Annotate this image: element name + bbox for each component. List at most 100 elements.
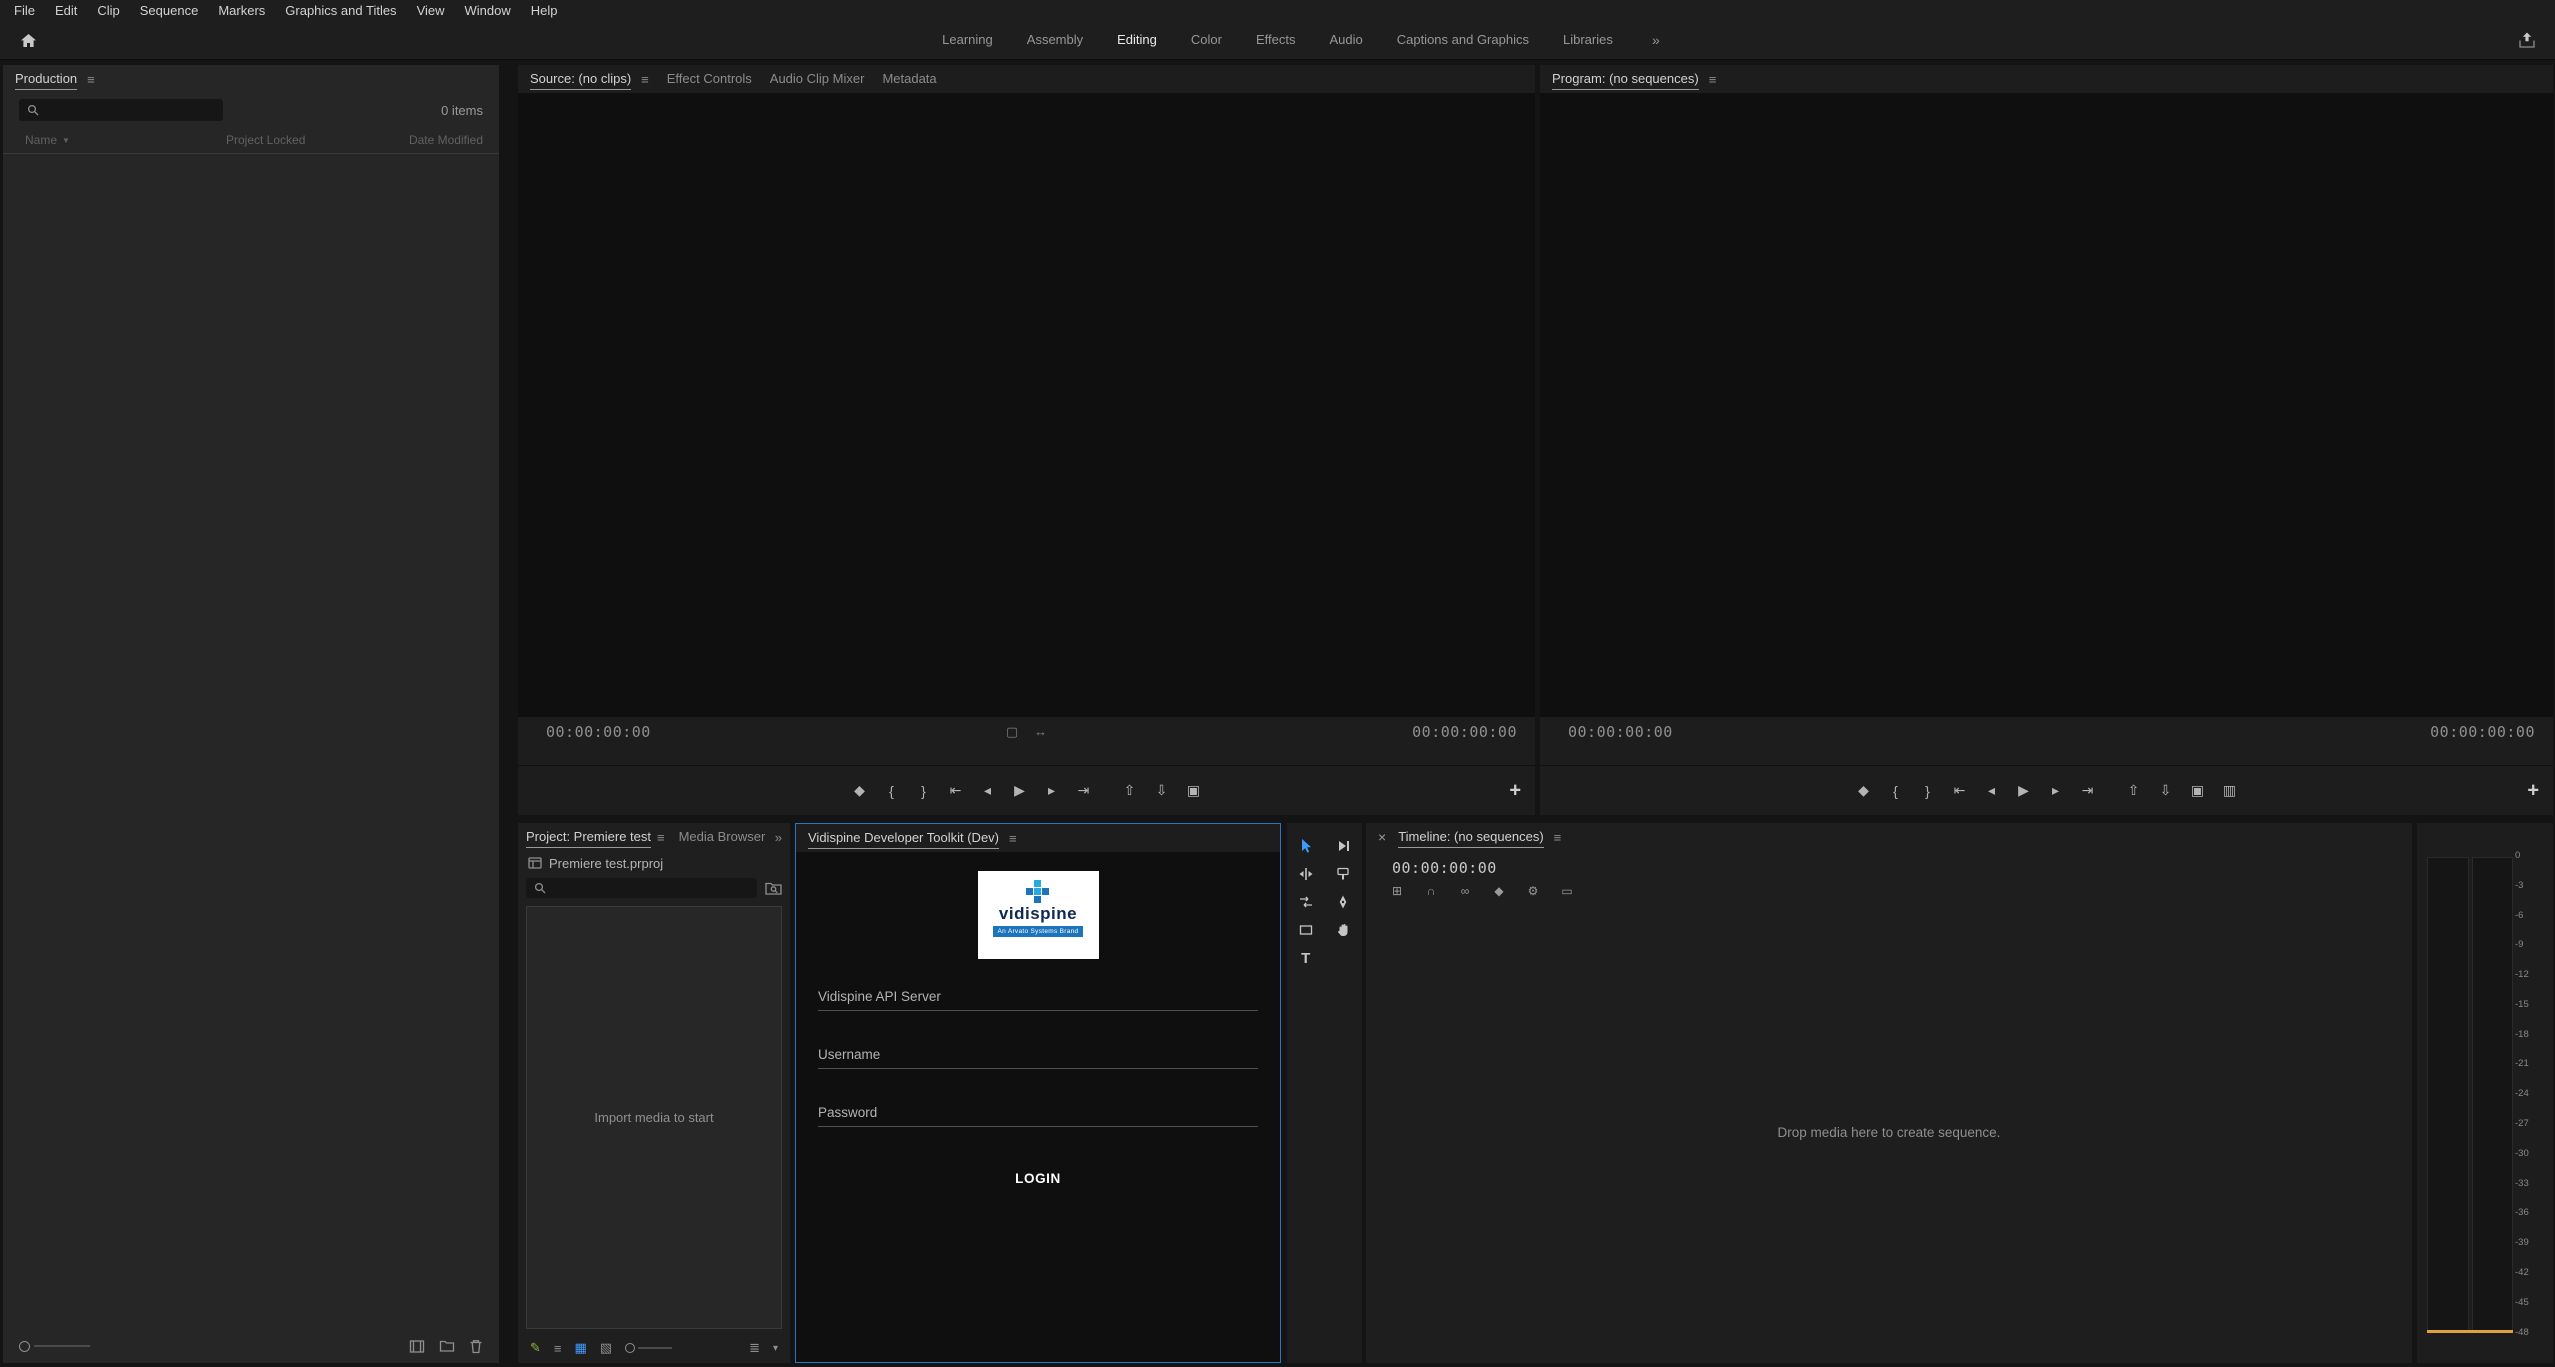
panel-menu-icon[interactable]: ≡ [1554, 830, 1562, 845]
timeline-settings-icon[interactable]: ⚙ [1526, 884, 1540, 898]
lift-button[interactable]: ⇧ [2127, 782, 2141, 799]
menu-sequence[interactable]: Sequence [130, 3, 209, 18]
source-position-timecode[interactable]: 00:00:00:00 [546, 723, 651, 741]
project-media-area[interactable]: Import media to start [526, 906, 782, 1329]
new-item-icon[interactable] [409, 1339, 425, 1354]
production-item-list[interactable] [3, 154, 499, 1329]
tab-overflow-button[interactable]: » [775, 830, 782, 845]
hand-tool-button[interactable] [1330, 917, 1356, 943]
zoom-slider[interactable] [19, 1341, 90, 1352]
chevron-down-icon[interactable]: ▾ [773, 1343, 778, 1354]
new-bin-icon[interactable] [439, 1339, 455, 1353]
pen-tool-button[interactable] [1330, 889, 1356, 915]
close-panel-icon[interactable]: × [1378, 829, 1386, 845]
home-button[interactable] [16, 28, 40, 52]
icon-view-button[interactable]: ▦ [575, 1340, 587, 1356]
tab-effect-controls[interactable]: Effect Controls [667, 66, 752, 93]
workspace-tab-audio[interactable]: Audio [1329, 32, 1362, 47]
menu-edit[interactable]: Edit [45, 3, 87, 18]
workspace-tab-color[interactable]: Color [1191, 32, 1222, 47]
menu-view[interactable]: View [407, 3, 455, 18]
step-back-button[interactable]: ◂ [981, 782, 995, 799]
export-frame-button[interactable]: ▣ [1187, 782, 1201, 799]
menu-graphics-and-titles[interactable]: Graphics and Titles [275, 3, 406, 18]
production-search-input[interactable] [19, 99, 223, 121]
project-search-input[interactable] [526, 878, 757, 898]
tab-program[interactable]: Program: (no sequences) [1552, 66, 1699, 93]
slip-tool-button[interactable] [1293, 889, 1319, 915]
insert-button[interactable]: ⇧ [1123, 782, 1137, 799]
zoom-fit-icon[interactable]: ↔ [1034, 724, 1047, 740]
extract-button[interactable]: ⇩ [2159, 782, 2173, 799]
column-header-date-modified[interactable]: Date Modified [409, 133, 483, 147]
create-search-bin-icon[interactable] [765, 881, 782, 895]
linked-selection-icon[interactable]: ∞ [1458, 884, 1472, 898]
tab-media-browser[interactable]: Media Browser [679, 824, 766, 851]
go-to-in-button[interactable]: ⇤ [1953, 782, 1967, 799]
tab-timeline[interactable]: Timeline: (no sequences) [1398, 824, 1543, 851]
tab-audio-clip-mixer[interactable]: Audio Clip Mixer [770, 66, 865, 93]
timeline-playhead-timecode[interactable]: 00:00:00:00 [1392, 859, 1497, 877]
tab-source[interactable]: Source: (no clips) [530, 66, 631, 93]
tab-vidispine-developer-toolkit[interactable]: Vidispine Developer Toolkit (Dev) [808, 825, 999, 852]
audio-meter[interactable] [2427, 857, 2513, 1333]
column-header-name[interactable]: Name ▼ [25, 133, 70, 147]
add-marker-button[interactable]: ◆ [1857, 782, 1871, 799]
monitor-settings-icon[interactable]: ▢ [1006, 724, 1018, 740]
list-view-button[interactable]: ≡ [554, 1341, 562, 1356]
program-position-timecode[interactable]: 00:00:00:00 [1568, 723, 1673, 741]
nest-toggle-icon[interactable]: ⊞ [1390, 884, 1404, 898]
step-forward-button[interactable]: ▸ [1045, 782, 1059, 799]
button-editor-add-button[interactable]: + [1509, 779, 1521, 802]
step-back-button[interactable]: ◂ [1985, 782, 1999, 799]
go-to-out-button[interactable]: ⇥ [1077, 782, 1091, 799]
rectangle-tool-button[interactable] [1293, 917, 1319, 943]
tab-production[interactable]: Production [15, 66, 77, 93]
username-field[interactable]: Username [818, 1047, 1258, 1069]
razor-tool-button[interactable] [1330, 861, 1356, 887]
mark-in-button[interactable]: { [885, 783, 899, 799]
mark-in-button[interactable]: { [1889, 783, 1903, 799]
track-select-forward-tool-button[interactable] [1330, 833, 1356, 859]
panel-menu-icon[interactable]: ≡ [87, 72, 95, 87]
step-forward-button[interactable]: ▸ [2049, 782, 2063, 799]
workspace-overflow-button[interactable]: » [1652, 32, 1660, 48]
password-field[interactable]: Password [818, 1105, 1258, 1127]
column-header-project-locked[interactable]: Project Locked [226, 133, 305, 147]
play-button[interactable]: ▶ [1013, 782, 1027, 799]
sort-icons-button[interactable]: ≣ [749, 1340, 760, 1356]
panel-menu-icon[interactable]: ≡ [1009, 831, 1017, 846]
captions-icon[interactable]: ▭ [1560, 884, 1574, 898]
tab-metadata[interactable]: Metadata [882, 66, 936, 93]
menu-window[interactable]: Window [455, 3, 521, 18]
menu-markers[interactable]: Markers [208, 3, 275, 18]
login-button[interactable]: LOGIN [796, 1171, 1280, 1186]
zoom-slider-knob[interactable] [19, 1341, 30, 1352]
quick-export-button[interactable] [2515, 28, 2539, 52]
panel-menu-icon[interactable]: ≡ [641, 72, 649, 87]
workspace-tab-assembly[interactable]: Assembly [1027, 32, 1083, 47]
workspace-tab-libraries[interactable]: Libraries [1563, 32, 1613, 47]
button-editor-add-button[interactable]: + [2527, 779, 2539, 802]
api-server-field[interactable]: Vidispine API Server [818, 989, 1258, 1011]
type-tool-button[interactable]: T [1293, 945, 1319, 971]
mark-out-button[interactable]: } [1921, 783, 1935, 799]
project-writable-icon[interactable]: ✎ [530, 1340, 541, 1356]
workspace-tab-captions-and-graphics[interactable]: Captions and Graphics [1397, 32, 1529, 47]
thumbnail-zoom-slider[interactable] [625, 1343, 672, 1353]
play-button[interactable]: ▶ [2017, 782, 2031, 799]
menu-help[interactable]: Help [521, 3, 568, 18]
workspace-tab-learning[interactable]: Learning [942, 32, 993, 47]
menu-file[interactable]: File [4, 3, 45, 18]
trash-icon[interactable] [469, 1339, 483, 1354]
panel-menu-icon[interactable]: ≡ [657, 830, 665, 845]
freeform-view-button[interactable]: ▧ [600, 1340, 612, 1356]
workspace-tab-effects[interactable]: Effects [1256, 32, 1296, 47]
comparison-view-button[interactable]: ▥ [2223, 782, 2237, 799]
mark-out-button[interactable]: } [917, 783, 931, 799]
export-frame-button[interactable]: ▣ [2191, 782, 2205, 799]
project-file-row[interactable]: Premiere test.prproj [518, 851, 790, 875]
selection-tool-button[interactable] [1293, 833, 1319, 859]
go-to-out-button[interactable]: ⇥ [2081, 782, 2095, 799]
overwrite-button[interactable]: ⇩ [1155, 782, 1169, 799]
